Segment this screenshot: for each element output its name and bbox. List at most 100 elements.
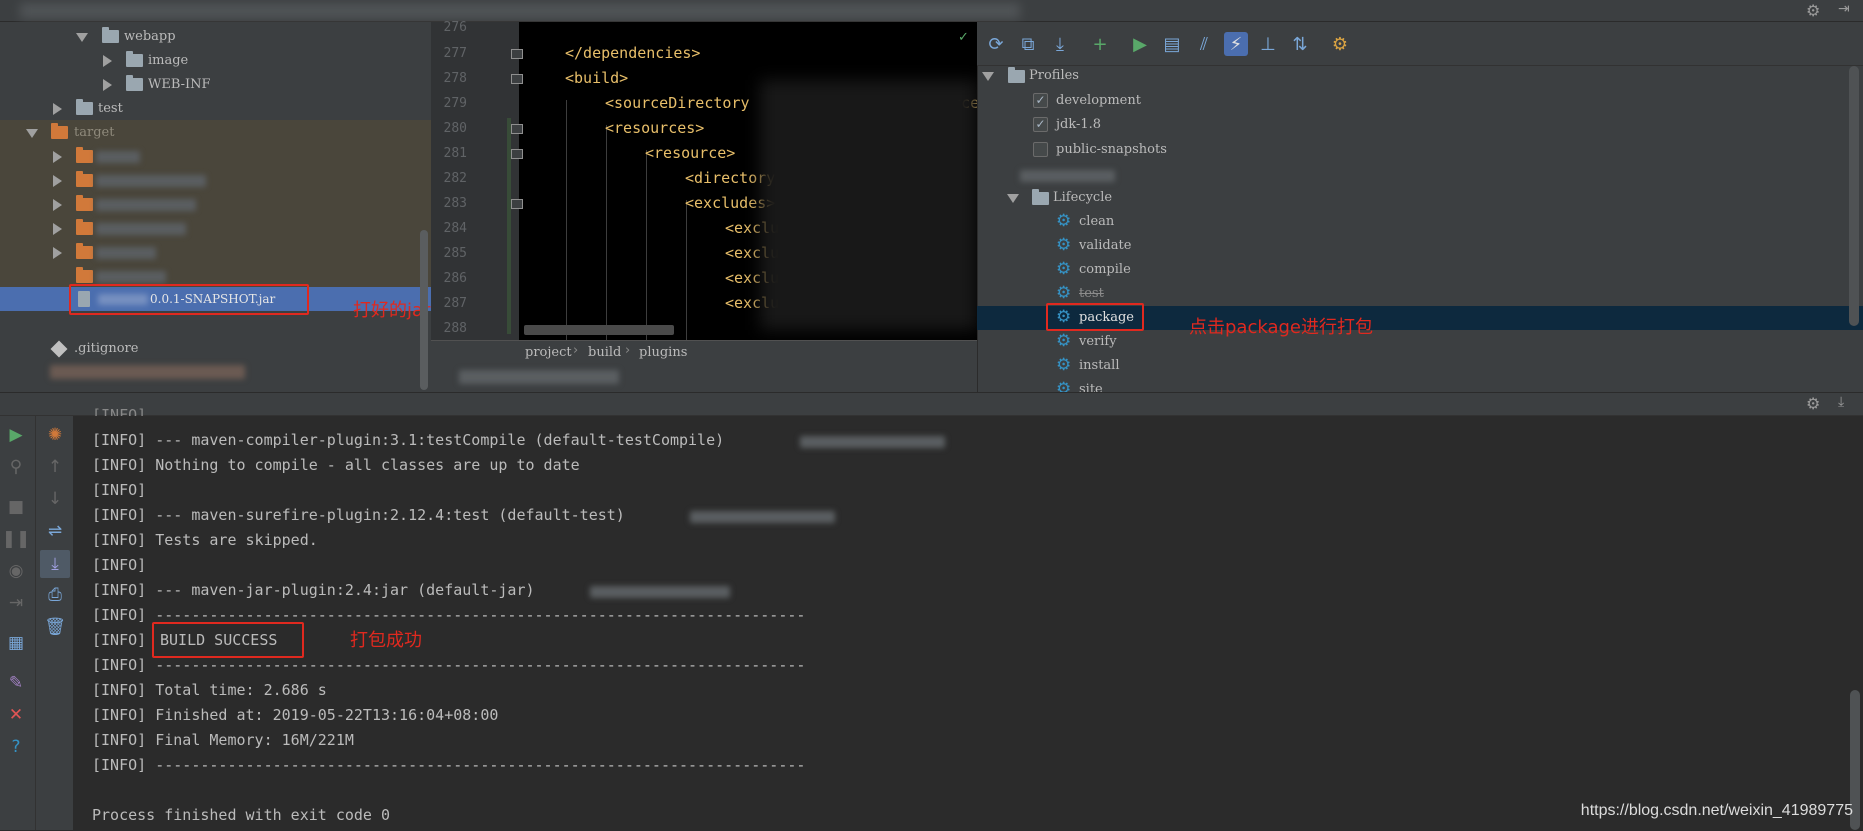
refresh-icon[interactable]: ⟳ — [984, 32, 1008, 56]
rerun-icon[interactable]: ▶ — [5, 424, 27, 446]
expand-arrow-icon[interactable] — [982, 72, 994, 81]
arrow-up-icon[interactable]: ↑ — [44, 456, 66, 478]
run-config-icon[interactable]: ▤ — [1160, 32, 1184, 56]
code-line[interactable]: </dependencies> — [565, 44, 700, 62]
soft-wrap-icon[interactable]: ⇌ — [44, 520, 66, 542]
collapse-arrow-icon[interactable] — [53, 103, 62, 115]
gear-icon: ⚙ — [1056, 283, 1072, 303]
close-icon[interactable]: ✕ — [5, 704, 27, 726]
breadcrumb-item[interactable]: plugins — [639, 345, 687, 360]
blurred-row — [50, 365, 245, 379]
collapse-arrow-icon[interactable] — [53, 199, 62, 211]
profile-checkbox[interactable]: ✓ — [1033, 117, 1048, 132]
maven-phase-icon[interactable]: ✺ — [44, 424, 66, 446]
lifecycle-compile[interactable]: ⚙ compile — [977, 258, 1377, 282]
build-success-highlight-box — [152, 622, 304, 658]
blurred-label — [96, 223, 186, 235]
collapse-all-icon[interactable]: ⇅ — [1288, 32, 1312, 56]
toggle-offline-icon[interactable]: ⫽ — [1192, 32, 1216, 56]
settings-icon[interactable]: ⚙ — [1328, 32, 1352, 56]
lifecycle-install[interactable]: ⚙ install — [977, 354, 1377, 378]
scroll-to-end-icon[interactable]: ⤓ — [40, 550, 70, 578]
exit-icon[interactable]: ⇥ — [5, 592, 27, 614]
tree-item-label: test — [98, 101, 123, 116]
maven-scrollbar[interactable] — [1849, 66, 1859, 326]
fold-icon[interactable] — [511, 149, 523, 159]
horizontal-scrollbar[interactable] — [524, 325, 674, 335]
stop-icon[interactable]: ■ — [5, 496, 27, 518]
gear-icon[interactable]: ⚙ — [1806, 394, 1820, 413]
tree-item-webapp[interactable]: webapp — [0, 25, 431, 49]
code-line[interactable]: <resources> — [605, 119, 704, 137]
code-line[interactable]: <build> — [565, 69, 628, 87]
generate-sources-icon[interactable]: ⧉ — [1016, 32, 1040, 56]
fold-icon[interactable] — [511, 199, 523, 209]
lifecycle-clean[interactable]: ⚙ clean — [977, 210, 1377, 234]
tree-item-blurred[interactable] — [0, 217, 431, 241]
dependencies-icon[interactable]: ⊥ — [1256, 32, 1280, 56]
profile-item[interactable]: public-snapshots — [977, 138, 1377, 162]
folder-icon — [76, 195, 93, 211]
profile-item[interactable]: ✓ development — [977, 89, 1377, 113]
console-line: [INFO] Tests are skipped. — [92, 531, 318, 549]
collapse-arrow-icon[interactable] — [53, 175, 62, 187]
tree-item-gitignore[interactable]: .gitignore — [0, 337, 431, 361]
expand-arrow-icon[interactable] — [1007, 194, 1019, 203]
help-icon[interactable]: ? — [5, 736, 27, 758]
fold-icon[interactable] — [511, 124, 523, 134]
breadcrumb-item[interactable]: project — [525, 345, 572, 360]
gear-icon[interactable]: ⚙ — [1806, 1, 1820, 20]
tree-item-blurred[interactable] — [0, 193, 431, 217]
lifecycle-verify[interactable]: ⚙ verify — [977, 330, 1377, 354]
maven-profiles[interactable]: Profiles — [977, 64, 1377, 88]
arrow-down-icon[interactable]: ↓ — [44, 488, 66, 510]
indent-guide — [686, 200, 687, 340]
fold-icon[interactable] — [511, 49, 523, 59]
collapse-arrow-icon[interactable] — [53, 247, 62, 259]
pin-icon[interactable]: ✎ — [5, 672, 27, 694]
profile-checkbox[interactable]: ✓ — [1033, 93, 1048, 108]
profile-checkbox[interactable] — [1033, 142, 1048, 157]
project-scrollbar[interactable] — [420, 230, 428, 390]
collapse-arrow-icon[interactable] — [53, 223, 62, 235]
collapse-arrow-icon[interactable] — [103, 79, 112, 91]
tree-item-image[interactable]: image — [0, 49, 431, 73]
folder-icon — [1008, 67, 1025, 83]
tree-item-blurred[interactable] — [0, 241, 431, 265]
gear-icon: ⚙ — [1056, 211, 1072, 231]
lifecycle-validate[interactable]: ⚙ validate — [977, 234, 1377, 258]
add-icon[interactable]: + — [1088, 32, 1112, 56]
lifecycle-site[interactable]: ⚙ site — [977, 378, 1377, 393]
skip-tests-icon[interactable]: ⚡ — [1224, 32, 1248, 56]
layout-icon[interactable]: ▦ — [5, 632, 27, 654]
hide-panel-icon[interactable]: ⤓ — [1838, 394, 1844, 410]
console-line: [INFO] — [92, 556, 147, 574]
maven-lifecycle[interactable]: Lifecycle — [977, 186, 1377, 210]
tree-item-test[interactable]: test — [0, 97, 431, 121]
breadcrumb-item[interactable]: build — [588, 345, 621, 360]
indent-guide — [566, 100, 567, 340]
collapse-arrow-icon[interactable] — [103, 55, 112, 67]
code-line[interactable]: <resource> — [645, 144, 735, 162]
profile-item[interactable]: ✓ jdk-1.8 — [977, 113, 1377, 137]
expand-arrow-icon[interactable] — [26, 129, 38, 138]
collapse-arrow-icon[interactable] — [53, 151, 62, 163]
expand-arrow-icon[interactable] — [76, 33, 88, 42]
download-icon[interactable]: ⤓ — [1048, 32, 1072, 56]
code-line[interactable]: <sourceDirectory — [605, 94, 750, 112]
print-icon[interactable]: ⎙ — [44, 584, 66, 606]
debug-icon[interactable]: ⚲ — [5, 456, 27, 478]
tree-item-target[interactable]: target — [0, 121, 431, 145]
run-icon[interactable]: ▶ — [1128, 32, 1152, 56]
blurred-tab[interactable] — [459, 370, 619, 384]
trash-icon[interactable]: 🗑 — [44, 616, 66, 638]
blurred-label — [96, 247, 156, 259]
tree-item-blurred[interactable] — [0, 169, 431, 193]
pause-icon[interactable]: ❚❚ — [2, 528, 31, 550]
tree-item-web-inf[interactable]: WEB-INF — [0, 73, 431, 97]
hide-panel-icon[interactable]: ⇥ — [1838, 1, 1850, 17]
lifecycle-test[interactable]: ⚙ test — [977, 282, 1377, 306]
camera-icon[interactable]: ◉ — [5, 560, 27, 582]
tree-item-blurred[interactable] — [0, 145, 431, 169]
fold-icon[interactable] — [511, 74, 523, 84]
